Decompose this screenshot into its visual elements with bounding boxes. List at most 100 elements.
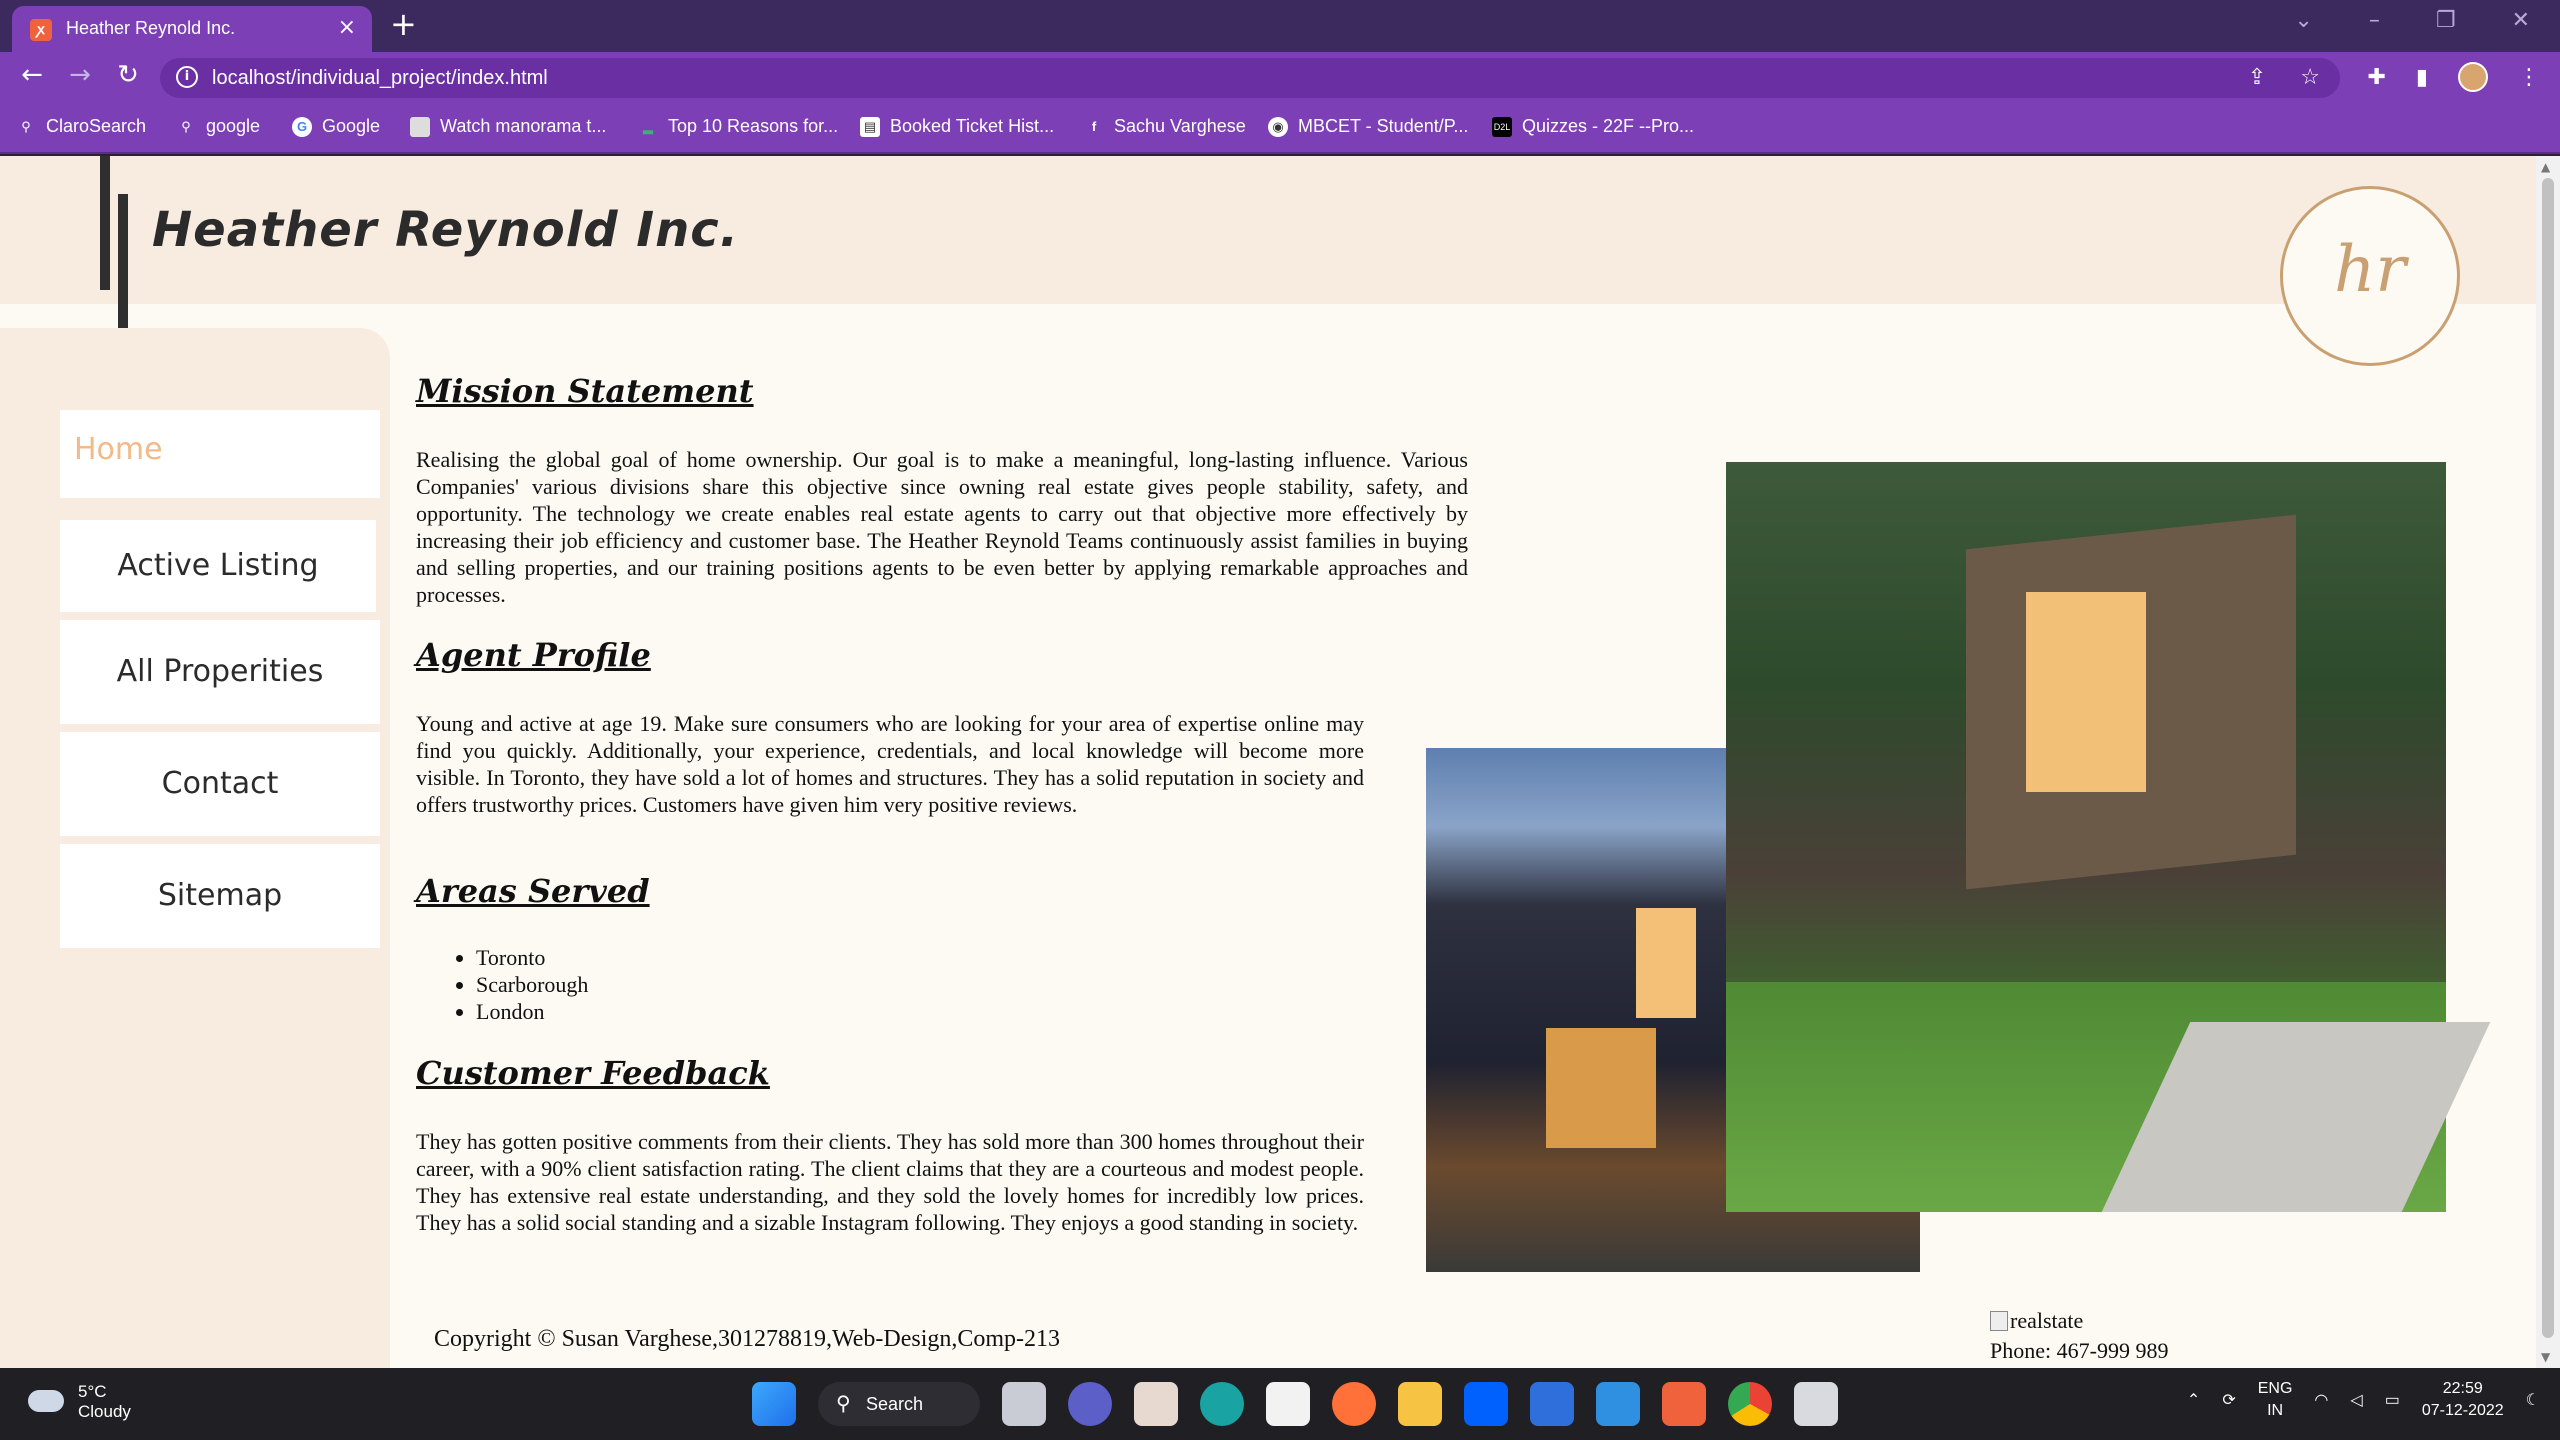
windows-start-icon[interactable] — [752, 1382, 796, 1426]
areas-heading: Areas Served — [416, 872, 650, 910]
chrome-icon[interactable] — [1728, 1382, 1772, 1426]
weather-widget[interactable]: 5°C Cloudy — [28, 1382, 131, 1422]
agent-text: Young and active at age 19. Make sure co… — [416, 711, 1364, 817]
restore-icon[interactable]: ❐ — [2436, 8, 2456, 33]
bookmark-item[interactable]: Watch manorama t... — [410, 116, 606, 137]
bookmark-star-icon[interactable]: ☆ — [2300, 65, 2320, 90]
weather-text: 5°C Cloudy — [78, 1382, 131, 1422]
menu-kebab-icon[interactable]: ⋮ — [2518, 65, 2540, 90]
dropbox-icon[interactable] — [1464, 1382, 1508, 1426]
broken-image: realstate — [1990, 1308, 2083, 1334]
minimize-icon[interactable]: – — [2369, 8, 2380, 33]
bookmark-item[interactable]: ◉ MBCET - Student/P... — [1268, 116, 1468, 137]
store-icon[interactable] — [1266, 1382, 1310, 1426]
bookmark-item[interactable]: f Sachu Varghese — [1084, 116, 1246, 137]
nav-sitemap[interactable]: Sitemap — [60, 844, 380, 948]
bookmark-label: ClaroSearch — [46, 116, 147, 136]
notifications-icon[interactable]: ☾ — [2526, 1390, 2540, 1410]
wifi-icon[interactable]: ◠ — [2314, 1390, 2328, 1410]
leaf-icon: ▂ — [643, 118, 653, 134]
sync-icon[interactable]: ⟳ — [2222, 1390, 2235, 1410]
nav-active-listing[interactable]: Active Listing — [60, 520, 376, 612]
close-window-icon[interactable]: ✕ — [2512, 8, 2530, 33]
browser-tab-active[interactable]: ꭗ Heather Reynold Inc. × — [12, 6, 372, 52]
bookmark-item[interactable]: ▂ Top 10 Reasons for... — [638, 116, 838, 137]
extensions-icon[interactable]: ✚ — [2367, 65, 2385, 90]
app-icon[interactable] — [1530, 1382, 1574, 1426]
battery-icon[interactable]: ▭ — [2385, 1390, 2400, 1410]
page-scrollbar[interactable]: ▲ ▼ — [2536, 156, 2560, 1368]
browser-toolbar: ← → ↻ i localhost/individual_project/ind… — [0, 52, 2560, 104]
profile-avatar[interactable] — [2458, 62, 2488, 92]
header-accent-bar — [100, 156, 110, 290]
logo-monogram: hr — [2334, 233, 2406, 307]
nav-contact[interactable]: Contact — [60, 732, 380, 836]
bookmark-item[interactable]: G Google — [292, 116, 380, 137]
window-controls: ⌄ – ❐ ✕ — [2294, 8, 2530, 33]
file-explorer-icon[interactable] — [1398, 1382, 1442, 1426]
search-label: Search — [866, 1394, 924, 1414]
photo-detail — [2026, 592, 2146, 792]
edge-icon[interactable] — [1200, 1382, 1244, 1426]
bookmark-label: Top 10 Reasons for... — [668, 116, 839, 136]
bookmark-item[interactable]: ⚲ google — [176, 116, 260, 137]
xampp-icon[interactable] — [1662, 1382, 1706, 1426]
list-item: London — [476, 998, 588, 1025]
reload-icon[interactable]: ↻ — [110, 60, 146, 90]
scroll-thumb[interactable] — [2542, 178, 2554, 1338]
taskbar-search[interactable]: ⚲ Search — [818, 1382, 980, 1426]
tab-title: Heather Reynold Inc. — [66, 18, 236, 38]
header-accent-bar — [118, 194, 128, 336]
brand-logo: hr — [2280, 186, 2460, 366]
bookmark-label: Booked Ticket Hist... — [890, 116, 1055, 136]
mission-heading: Mission Statement — [416, 372, 754, 410]
chevron-up-icon[interactable]: ⌃ — [2187, 1390, 2200, 1410]
bookmark-item[interactable]: D2L Quizzes - 22F --Pro... — [1492, 116, 1694, 137]
house-photo-large — [1726, 462, 2491, 1212]
clock-time: 22:59 — [2442, 1380, 2483, 1397]
system-tray: ⌃ ⟳ ENG IN ◠ ◁ ▭ 22:59 07-12-2022 ☾ — [2187, 1378, 2540, 1422]
share-icon[interactable]: ⇪ — [2248, 65, 2266, 90]
language-indicator[interactable]: ENG IN — [2258, 1378, 2293, 1422]
vscode-icon[interactable] — [1596, 1382, 1640, 1426]
nav-all-properties[interactable]: All Properities — [60, 620, 380, 724]
scroll-down-icon[interactable]: ▼ — [2541, 1350, 2550, 1364]
feedback-heading: Customer Feedback — [416, 1054, 770, 1092]
new-tab-button[interactable]: + — [390, 8, 417, 40]
weather-condition: Cloudy — [78, 1402, 131, 1421]
site-header: Heather Reynold Inc. — [0, 156, 2536, 304]
photo-detail — [1636, 908, 1696, 1018]
side-panel-icon[interactable]: ▮ — [2416, 65, 2428, 90]
clock[interactable]: 22:59 07-12-2022 — [2422, 1378, 2504, 1422]
site-info-icon[interactable]: i — [176, 66, 198, 88]
address-bar[interactable]: i localhost/individual_project/index.htm… — [160, 58, 2340, 98]
windows-taskbar: 5°C Cloudy ⚲ Search ⌃ ⟳ ENG IN ◠ ◁ ▭ 22:… — [0, 1368, 2560, 1440]
bookmark-label: google — [206, 116, 261, 136]
facebook-icon: f — [1091, 118, 1097, 134]
tab-search-icon[interactable]: ⌄ — [2294, 8, 2312, 33]
url-text[interactable]: localhost/individual_project/index.html — [212, 67, 548, 90]
nav-home[interactable]: Home — [60, 410, 380, 498]
task-view-icon[interactable] — [1002, 1382, 1046, 1426]
firefox-icon[interactable] — [1332, 1382, 1376, 1426]
sidebar-nav: Home Active Listing All Properities Cont… — [0, 328, 390, 1368]
bookmark-item[interactable]: ▤ Booked Ticket Hist... — [860, 116, 1054, 137]
close-tab-icon[interactable]: × — [338, 15, 356, 40]
app-icon[interactable] — [1134, 1382, 1178, 1426]
omnibox-actions: ⇪ ☆ — [2248, 65, 2320, 90]
google-icon: G — [292, 116, 312, 137]
volume-icon[interactable]: ◁ — [2350, 1390, 2362, 1410]
ticket-icon: ▤ — [860, 116, 880, 137]
d2l-icon: D2L — [1492, 116, 1512, 137]
teams-chat-icon[interactable] — [1068, 1382, 1112, 1426]
photo-detail — [1546, 1028, 1656, 1148]
forward-arrow-icon[interactable]: → — [62, 60, 98, 90]
image-alt-text: realstate — [2010, 1308, 2084, 1333]
language-code: ENG — [2257, 1380, 2293, 1397]
snipping-tool-icon[interactable] — [1794, 1382, 1838, 1426]
list-item: Toronto — [476, 944, 588, 971]
bookmark-item[interactable]: ⚲ ClaroSearch — [16, 116, 146, 137]
site-title: Heather Reynold Inc. — [152, 202, 739, 258]
scroll-up-icon[interactable]: ▲ — [2541, 160, 2550, 174]
back-arrow-icon[interactable]: ← — [14, 60, 50, 90]
